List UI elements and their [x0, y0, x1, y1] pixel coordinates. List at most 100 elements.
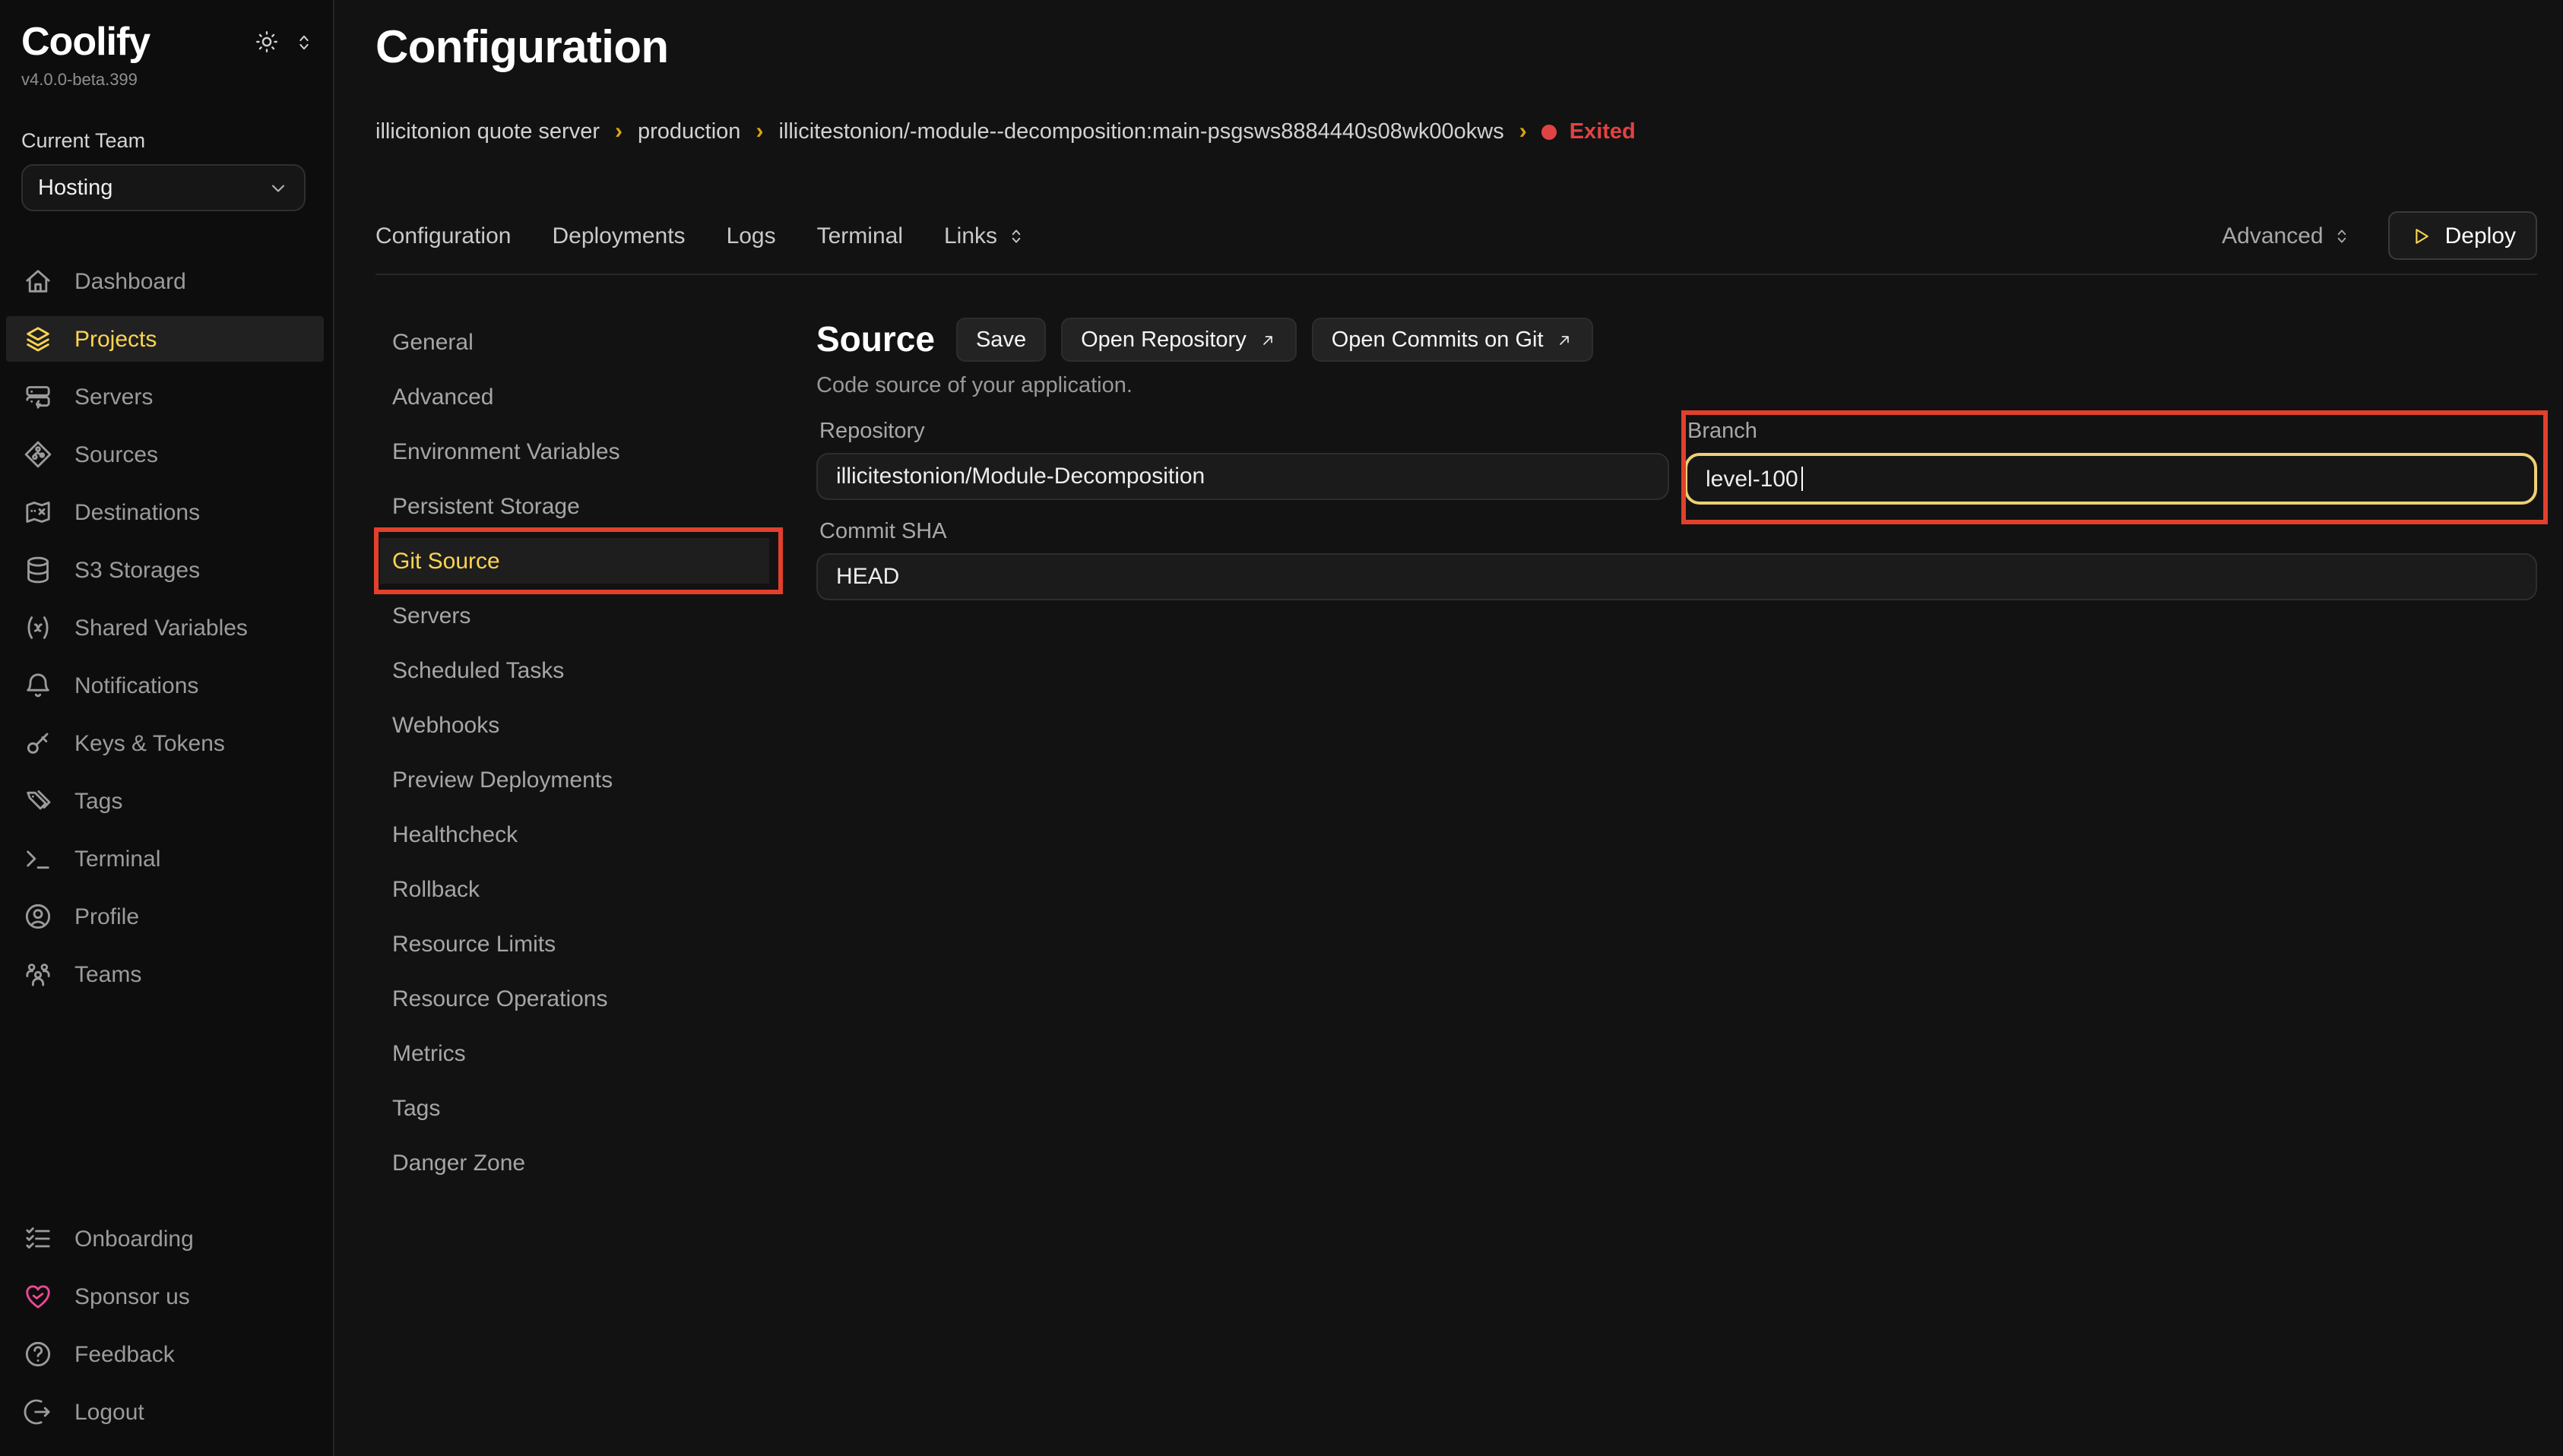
- subnav-item-healthcheck[interactable]: Healthcheck: [380, 807, 769, 862]
- branch-input[interactable]: level-100: [1684, 453, 2537, 505]
- sidebar-item-feedback[interactable]: Feedback: [0, 1325, 333, 1383]
- tab-deployments[interactable]: Deployments: [552, 223, 685, 248]
- bell-icon: [23, 670, 53, 701]
- external-link-icon: [1259, 331, 1277, 349]
- sidebar-item-logout[interactable]: Logout: [0, 1383, 333, 1441]
- commit-sha-label: Commit SHA: [816, 520, 2537, 544]
- chevrons-up-down-icon: [293, 31, 315, 52]
- commit-sha-field-group: Commit SHA HEAD: [816, 520, 2537, 600]
- sidebar-item-notifications[interactable]: Notifications: [0, 657, 333, 714]
- sidebar-item-destinations[interactable]: Destinations: [0, 483, 333, 541]
- sidebar-item-label: Notifications: [74, 673, 198, 698]
- sidebar-item-label: Terminal: [74, 846, 160, 872]
- theme-select-button[interactable]: [293, 31, 315, 52]
- sidebar-item-label: Destinations: [74, 499, 200, 525]
- chevron-right-icon: ›: [615, 119, 623, 144]
- commit-sha-input[interactable]: HEAD: [816, 553, 2537, 600]
- subnav-item-resource-operations[interactable]: Resource Operations: [380, 971, 769, 1026]
- subnav-item-scheduled-tasks[interactable]: Scheduled Tasks: [380, 643, 769, 698]
- sidebar-item-label: Sponsor us: [74, 1283, 190, 1309]
- open-commits-button[interactable]: Open Commits on Git: [1312, 318, 1594, 362]
- play-icon: [2410, 224, 2433, 247]
- save-button[interactable]: Save: [956, 318, 1046, 362]
- text-cursor: [1801, 467, 1804, 491]
- status-badge: Exited: [1542, 119, 1636, 144]
- users-icon: [23, 959, 53, 989]
- subnav-item-environment-variables[interactable]: Environment Variables: [380, 424, 769, 479]
- tab-configuration[interactable]: Configuration: [375, 223, 511, 248]
- sidebar-item-s3-storages[interactable]: S3 Storages: [0, 541, 333, 599]
- subnav-item-rollback[interactable]: Rollback: [380, 862, 769, 916]
- subnav-item-preview-deployments[interactable]: Preview Deployments: [380, 752, 769, 807]
- terminal-icon: [23, 844, 53, 874]
- sidebar-item-teams[interactable]: Teams: [0, 945, 333, 1003]
- sidebar-item-tags[interactable]: Tags: [0, 772, 333, 830]
- branch-label: Branch: [1684, 419, 2537, 444]
- tab-terminal[interactable]: Terminal: [817, 223, 903, 248]
- user-circle-icon: [23, 901, 53, 932]
- subnav-item-persistent-storage[interactable]: Persistent Storage: [380, 479, 769, 533]
- sidebar-item-projects[interactable]: Projects: [6, 316, 324, 362]
- help-circle-icon: [23, 1339, 53, 1369]
- sidebar-item-sponsor-us[interactable]: Sponsor us: [0, 1268, 333, 1325]
- theme-toggle-button[interactable]: [254, 29, 280, 55]
- section-description: Code source of your application.: [816, 374, 2537, 398]
- current-team-label: Current Team: [21, 129, 312, 152]
- section-title: Source: [816, 319, 935, 360]
- tab-bar: Configuration Deployments Logs Terminal …: [375, 211, 2537, 260]
- breadcrumb-application[interactable]: illicitestonion/-module--decomposition:m…: [778, 119, 1503, 144]
- sidebar-footer-nav: Onboarding Sponsor us Feedback Logout: [0, 1210, 333, 1456]
- sidebar-item-label: Keys & Tokens: [74, 730, 225, 756]
- tab-divider: [375, 274, 2537, 275]
- sidebar-item-label: Profile: [74, 904, 139, 929]
- subnav-item-advanced[interactable]: Advanced: [380, 369, 769, 424]
- sidebar-item-shared-variables[interactable]: Shared Variables: [0, 599, 333, 657]
- breadcrumb-environment[interactable]: production: [638, 119, 740, 144]
- subnav-item-git-source[interactable]: Git Source: [380, 538, 769, 584]
- external-link-icon: [1556, 331, 1574, 349]
- subnav-item-danger-zone[interactable]: Danger Zone: [380, 1135, 769, 1190]
- sidebar-item-label: Servers: [74, 384, 153, 410]
- key-icon: [23, 728, 53, 758]
- home-icon: [23, 266, 53, 296]
- sidebar-item-terminal[interactable]: Terminal: [0, 830, 333, 888]
- sidebar-item-dashboard[interactable]: Dashboard: [0, 252, 333, 310]
- team-select[interactable]: Hosting: [21, 164, 306, 211]
- sidebar-item-label: Feedback: [74, 1341, 175, 1367]
- sidebar-item-label: Shared Variables: [74, 615, 248, 641]
- page-title: Configuration: [375, 21, 2537, 76]
- breadcrumb-project[interactable]: illicitonion quote server: [375, 119, 600, 144]
- sidebar-item-profile[interactable]: Profile: [0, 888, 333, 945]
- repository-label: Repository: [816, 419, 1669, 444]
- variable-icon: [23, 612, 53, 643]
- logout-icon: [23, 1397, 53, 1427]
- team-select-value: Hosting: [38, 176, 112, 200]
- sun-icon: [254, 29, 280, 55]
- app-version: v4.0.0-beta.399: [21, 71, 312, 90]
- sidebar-item-sources[interactable]: Sources: [0, 426, 333, 483]
- database-icon: [23, 555, 53, 585]
- main-area: Configuration illicitonion quote server …: [334, 0, 2563, 1456]
- deploy-button[interactable]: Deploy: [2389, 211, 2537, 260]
- subnav-item-resource-limits[interactable]: Resource Limits: [380, 916, 769, 971]
- open-repository-button[interactable]: Open Repository: [1061, 318, 1297, 362]
- tab-logs[interactable]: Logs: [727, 223, 776, 248]
- subnav-item-webhooks[interactable]: Webhooks: [380, 698, 769, 752]
- status-dot-icon: [1542, 124, 1557, 139]
- settings-subnav: General Advanced Environment Variables P…: [380, 315, 769, 1456]
- subnav-item-metrics[interactable]: Metrics: [380, 1026, 769, 1081]
- advanced-dropdown[interactable]: Advanced: [2222, 223, 2352, 248]
- chevron-right-icon: ›: [756, 119, 763, 144]
- subnav-item-general[interactable]: General: [380, 315, 769, 369]
- app-window: Coolify v4.0.0-beta.399 Current Team Hos…: [0, 0, 2563, 1456]
- tab-links[interactable]: Links: [944, 223, 1026, 248]
- sidebar: Coolify v4.0.0-beta.399 Current Team Hos…: [0, 0, 334, 1456]
- sidebar-item-label: Onboarding: [74, 1226, 194, 1252]
- repository-input[interactable]: illicitestonion/Module-Decomposition: [816, 453, 1669, 500]
- sidebar-item-onboarding[interactable]: Onboarding: [0, 1210, 333, 1268]
- sidebar-item-keys-tokens[interactable]: Keys & Tokens: [0, 714, 333, 772]
- heart-icon: [23, 1281, 53, 1312]
- sidebar-item-servers[interactable]: Servers: [0, 368, 333, 426]
- subnav-item-tags[interactable]: Tags: [380, 1081, 769, 1135]
- subnav-item-servers[interactable]: Servers: [380, 588, 769, 643]
